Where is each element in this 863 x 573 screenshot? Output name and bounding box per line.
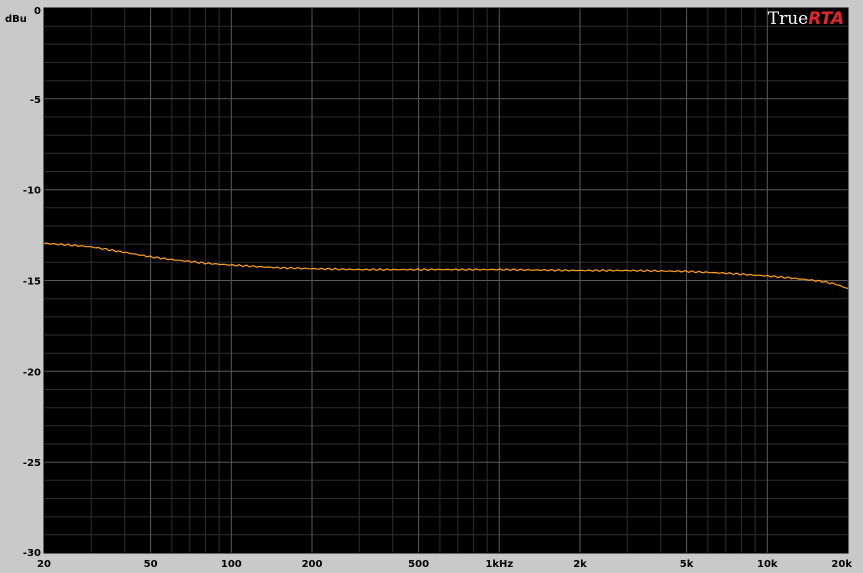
x-tick-label: 100 bbox=[221, 559, 242, 570]
x-tick-label: 20 bbox=[37, 559, 51, 570]
x-tick-label: 200 bbox=[302, 559, 323, 570]
y-tick-label: 0 bbox=[34, 6, 41, 17]
logo-true-text: True bbox=[768, 9, 808, 29]
y-tick-label: -25 bbox=[23, 458, 41, 469]
x-tick-label: 20k bbox=[831, 559, 852, 570]
y-tick-label: -30 bbox=[23, 548, 41, 559]
x-tick-label: 1kHz bbox=[485, 559, 513, 570]
y-tick-label: -10 bbox=[23, 186, 41, 197]
y-tick-label: -5 bbox=[30, 95, 41, 106]
y-axis-unit-label: dBu bbox=[5, 14, 27, 25]
y-tick-label: -20 bbox=[23, 367, 41, 378]
x-tick-label: 5k bbox=[680, 559, 694, 570]
truerta-logo: TrueRTA bbox=[768, 9, 844, 29]
x-tick-label: 2k bbox=[573, 559, 587, 570]
x-tick-label: 500 bbox=[408, 559, 429, 570]
rta-chart: 0 -5 -10 -15 -20 -25 -30 20 50 100 200 500 1kHz 2k 5k… bbox=[0, 0, 863, 573]
y-tick-label: -15 bbox=[23, 277, 41, 288]
x-tick-label: 10k bbox=[757, 559, 778, 570]
x-tick-label: 50 bbox=[144, 559, 158, 570]
chart-svg: 0 -5 -10 -15 -20 -25 -30 20 50 100 200 500 1kHz 2k 5k… bbox=[0, 0, 863, 573]
logo-rta-text: RTA bbox=[808, 9, 844, 29]
